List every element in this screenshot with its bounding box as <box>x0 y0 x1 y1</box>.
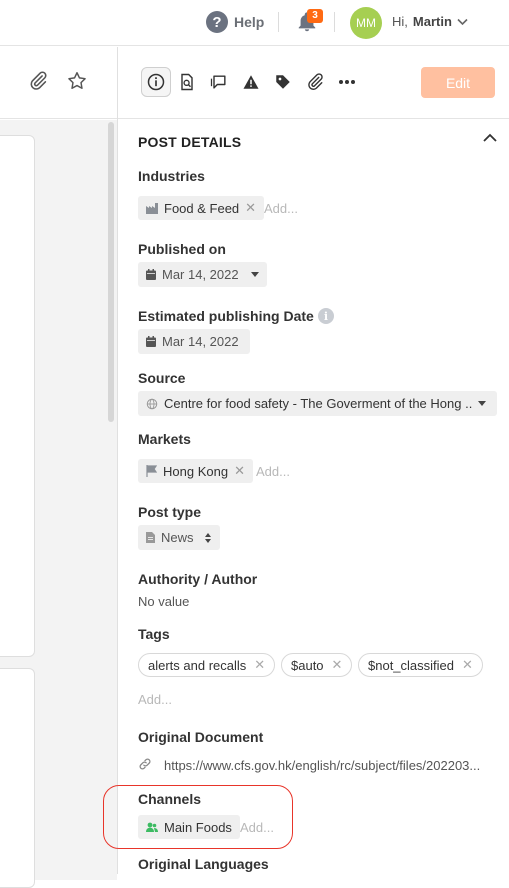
left-toolbar <box>0 47 117 119</box>
markets-add[interactable]: Add... <box>256 464 290 479</box>
top-bar: ? Help 3 MM Hi, Martin <box>0 0 509 46</box>
notification-badge: 3 <box>307 9 323 23</box>
source-value: Centre for food safety - The Goverment o… <box>164 396 472 411</box>
section-title: POST DETAILS <box>138 134 242 150</box>
published-date-picker[interactable]: Mar 14, 2022 <box>138 262 267 287</box>
caret-down-icon <box>478 401 486 406</box>
panel-divider <box>117 47 118 874</box>
paperclip-icon[interactable] <box>27 70 49 92</box>
estimated-date-label: Estimated publishing Date <box>138 308 314 324</box>
tag-pill: $not_classified ✕ <box>358 653 483 677</box>
remove-icon[interactable]: ✕ <box>332 657 343 673</box>
sort-arrows-icon <box>204 532 211 543</box>
content-card <box>0 135 35 657</box>
document-search-icon <box>181 73 193 91</box>
original-languages-label: Original Languages <box>138 856 269 872</box>
post-type-label: Post type <box>138 504 202 520</box>
globe-icon <box>146 398 158 409</box>
published-label: Published on <box>138 241 226 257</box>
industries-add[interactable]: Add... <box>264 201 298 216</box>
author-value: No value <box>138 594 190 609</box>
markets-label: Markets <box>138 431 191 447</box>
market-chip: Hong Kong ✕ <box>138 459 253 483</box>
user-menu[interactable]: Hi, Martin <box>392 14 468 29</box>
remove-icon[interactable]: ✕ <box>245 200 256 216</box>
remove-icon[interactable]: ✕ <box>254 657 265 673</box>
calendar-icon <box>146 269 156 280</box>
industry-chip-label: Food & Feed <box>164 200 240 216</box>
info-icon <box>147 73 165 91</box>
left-panel <box>0 47 117 888</box>
greeting: Hi, <box>392 14 408 29</box>
user-name: Martin <box>412 14 452 29</box>
alerts-tab[interactable] <box>236 67 266 97</box>
info-icon[interactable]: i <box>318 308 334 324</box>
document-icon <box>146 532 155 543</box>
calendar-icon <box>146 336 156 347</box>
star-icon[interactable] <box>66 70 88 92</box>
warning-icon <box>243 75 259 89</box>
edit-button[interactable]: Edit <box>421 67 495 98</box>
help-label: Help <box>234 14 265 30</box>
comment-icon <box>210 75 226 89</box>
tags-add[interactable]: Add... <box>138 692 172 707</box>
caret-down-icon <box>250 272 259 277</box>
author-label: Authority / Author <box>138 571 258 587</box>
help-link[interactable]: ? Help <box>206 11 264 33</box>
more-options-button[interactable] <box>332 67 362 97</box>
post-type-value: News <box>161 530 194 545</box>
attachments-tab[interactable] <box>300 67 330 97</box>
content-card <box>0 668 35 888</box>
divider <box>278 12 279 32</box>
industries-label: Industries <box>138 168 205 184</box>
more-icon <box>339 80 355 84</box>
document-search-tab[interactable] <box>172 67 202 97</box>
published-date-value: Mar 14, 2022 <box>162 267 239 282</box>
chevron-up-icon[interactable] <box>482 130 498 146</box>
avatar[interactable]: MM <box>350 7 382 39</box>
remove-icon[interactable]: ✕ <box>462 657 473 673</box>
tags-label: Tags <box>138 626 170 642</box>
estimated-date-picker[interactable]: Mar 14, 2022 <box>138 329 250 354</box>
info-tab[interactable] <box>141 67 171 97</box>
help-icon: ? <box>206 11 228 33</box>
tags-tab[interactable] <box>268 67 298 97</box>
chevron-down-icon <box>457 18 468 25</box>
market-chip-label: Hong Kong <box>163 463 229 479</box>
industry-chip: Food & Feed ✕ <box>138 196 265 220</box>
estimated-date-value: Mar 14, 2022 <box>162 334 239 349</box>
remove-icon[interactable]: ✕ <box>234 463 245 479</box>
comments-tab[interactable] <box>204 67 234 97</box>
factory-icon <box>146 202 158 214</box>
paperclip-icon <box>308 73 323 90</box>
original-document-link[interactable]: https://www.cfs.gov.hk/english/rc/subjec… <box>164 758 502 773</box>
tag-label: $auto <box>291 657 324 673</box>
original-document-label: Original Document <box>138 729 264 745</box>
scrollbar[interactable] <box>108 122 114 422</box>
tag-pill: $auto ✕ <box>281 653 353 677</box>
source-label: Source <box>138 370 186 386</box>
link-icon <box>139 758 151 770</box>
divider <box>334 12 335 32</box>
tag-icon <box>276 75 290 89</box>
details-toolbar: Edit <box>118 47 509 119</box>
flag-icon <box>146 465 157 477</box>
post-type-select[interactable]: News <box>138 525 220 550</box>
source-select[interactable]: Centre for food safety - The Goverment o… <box>138 391 497 416</box>
tag-pill: alerts and recalls ✕ <box>138 653 276 677</box>
tag-label: alerts and recalls <box>148 657 247 673</box>
tag-label: $not_classified <box>368 657 454 673</box>
highlight-annotation <box>103 785 293 849</box>
